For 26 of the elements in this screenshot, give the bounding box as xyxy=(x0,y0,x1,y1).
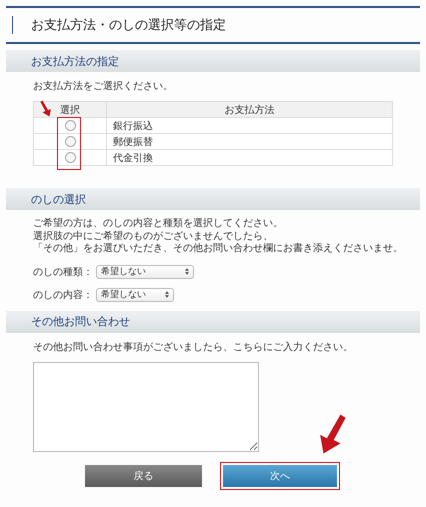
instruction-text: お支払方法をご選択ください。 xyxy=(33,80,174,93)
table-cell: 郵便振替 xyxy=(106,134,392,150)
column-header: 選択 xyxy=(34,102,106,118)
caret-icon xyxy=(185,268,189,275)
dropdown[interactable]: 希望しない xyxy=(96,288,174,302)
field-label: のしの内容： xyxy=(33,288,93,302)
back-button[interactable]: 戻る xyxy=(85,464,202,486)
caret-icon xyxy=(165,291,169,298)
section-title: その他お問い合わせ xyxy=(31,314,130,329)
instruction-text: ご希望の方は、のしの内容と種類を選択してください。 選択肢の中にご希望のものがございませんでしたら、 「その他」をお選びいただき、その他お問い合わせ欄にお書き添えくださいませ。 xyxy=(33,218,404,256)
radio-button[interactable] xyxy=(64,152,76,163)
text-area[interactable] xyxy=(33,362,259,452)
column-header: お支払方法 xyxy=(106,102,392,118)
next-button[interactable]: 次へ xyxy=(223,464,337,486)
arrow-icon xyxy=(39,99,53,118)
radio-button[interactable] xyxy=(64,120,76,131)
table-cell: 代金引換 xyxy=(106,150,392,166)
section-title: お支払方法の指定 xyxy=(31,54,119,68)
page-title: お支払方法・のしの選択等の指定 xyxy=(12,16,226,34)
highlight-frame xyxy=(57,117,81,170)
radio-button[interactable] xyxy=(64,136,76,147)
table-cell: 銀行振込 xyxy=(106,118,392,134)
field-label: のしの種類： xyxy=(33,266,93,278)
dropdown[interactable]: 希望しない xyxy=(96,264,194,278)
section-title: のしの選択 xyxy=(31,192,86,206)
instruction-text: その他お問い合わせ事項がございましたら、こちらにご入力ください。 xyxy=(33,340,354,354)
